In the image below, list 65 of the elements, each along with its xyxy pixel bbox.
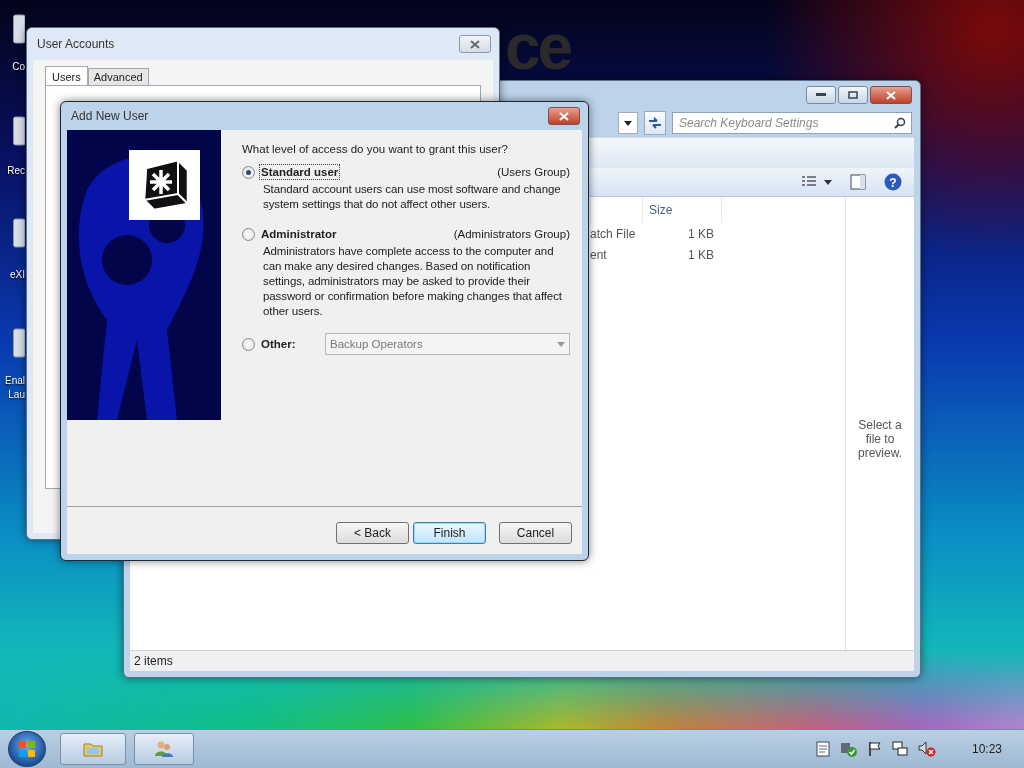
desktop-icon[interactable] (13, 218, 25, 248)
users-icon (154, 740, 174, 758)
flag-icon[interactable] (867, 741, 882, 757)
file-size-cell-text: 1 KB (687, 225, 715, 243)
file-type-cell-text: atch File (590, 225, 637, 243)
taskbar-button[interactable] (60, 733, 126, 765)
muted-speaker-icon[interactable] (917, 741, 936, 757)
windows-logo-icon (18, 740, 36, 758)
start-button[interactable] (8, 731, 46, 767)
tab[interactable]: Users (45, 66, 88, 86)
caret-icon (624, 120, 632, 126)
refresh-button[interactable] (644, 111, 666, 135)
desktop-icon-label[interactable]: Enal Lau (2, 374, 25, 402)
maximize-button[interactable] (838, 86, 868, 104)
refresh-icon (648, 116, 662, 130)
minimize-button[interactable] (806, 86, 836, 104)
question-text: What level of access do you want to grant this user? (242, 143, 509, 155)
maximize-icon (848, 91, 858, 99)
search-icon (894, 117, 906, 129)
folder-icon (83, 741, 103, 757)
close-icon (886, 90, 896, 100)
close-button[interactable] (459, 35, 491, 53)
close-icon (470, 39, 480, 49)
help-icon[interactable]: ? (884, 173, 902, 191)
group-name: (Administrators Group) (453, 228, 570, 240)
close-button[interactable] (548, 107, 580, 125)
clock[interactable]: 10:23 (971, 742, 1002, 756)
taskbar-button[interactable] (134, 733, 194, 765)
desktop-icon[interactable] (13, 328, 25, 358)
search-field[interactable]: Search Keyboard Settings (672, 112, 912, 134)
option-label[interactable]: Administrator (259, 226, 339, 242)
preview-pane-icon[interactable] (850, 174, 866, 190)
option-label[interactable]: Standard user (259, 164, 341, 180)
option-label[interactable]: Other: (259, 336, 298, 352)
status-text: 2 items (134, 654, 173, 668)
desktop-icon[interactable] (13, 14, 25, 44)
dialog-button[interactable]: < Back (336, 522, 409, 544)
document-icon[interactable] (815, 741, 830, 757)
security-shield-icon[interactable] (839, 741, 858, 757)
file-type-cell-text: ent (590, 246, 608, 264)
dialog-title: Add New User (71, 109, 150, 123)
desktop-icon-label[interactable]: eXI (2, 268, 25, 282)
desktop-icon-label[interactable]: Rec (2, 164, 25, 178)
close-button[interactable] (870, 86, 912, 104)
network-icon[interactable] (891, 741, 908, 757)
minimize-icon (816, 93, 826, 97)
close-icon (559, 111, 569, 121)
address-dropdown-button[interactable] (618, 112, 638, 134)
window-title: User Accounts (37, 37, 116, 51)
radio-button[interactable] (242, 227, 255, 241)
radio-button[interactable] (242, 337, 255, 351)
file-size-cell-text: 1 KB (687, 246, 715, 264)
desktop-icon[interactable] (13, 116, 25, 146)
dialog-button[interactable]: Cancel (499, 522, 572, 544)
tab[interactable]: Advanced (87, 68, 149, 85)
group-name: (Users Group) (497, 166, 570, 178)
option-description: Administrators have complete access to the computer and can make any desired changes. Based on notification settings, administrators may be asked to provide their password or confirmation before making changes that affect other users. (263, 244, 563, 319)
radio-button[interactable] (242, 165, 255, 179)
column-header[interactable]: Size (642, 197, 722, 223)
preview-message: Select a file to preview. (857, 417, 903, 460)
desktop-icon-label[interactable]: Co (2, 60, 25, 74)
dialog-button[interactable]: Finish (413, 522, 486, 544)
option-description: Standard account users can use most software and change system settings that do not affect other users. (263, 182, 562, 212)
caret-icon (557, 341, 565, 347)
view-options-icon[interactable] (802, 176, 832, 188)
